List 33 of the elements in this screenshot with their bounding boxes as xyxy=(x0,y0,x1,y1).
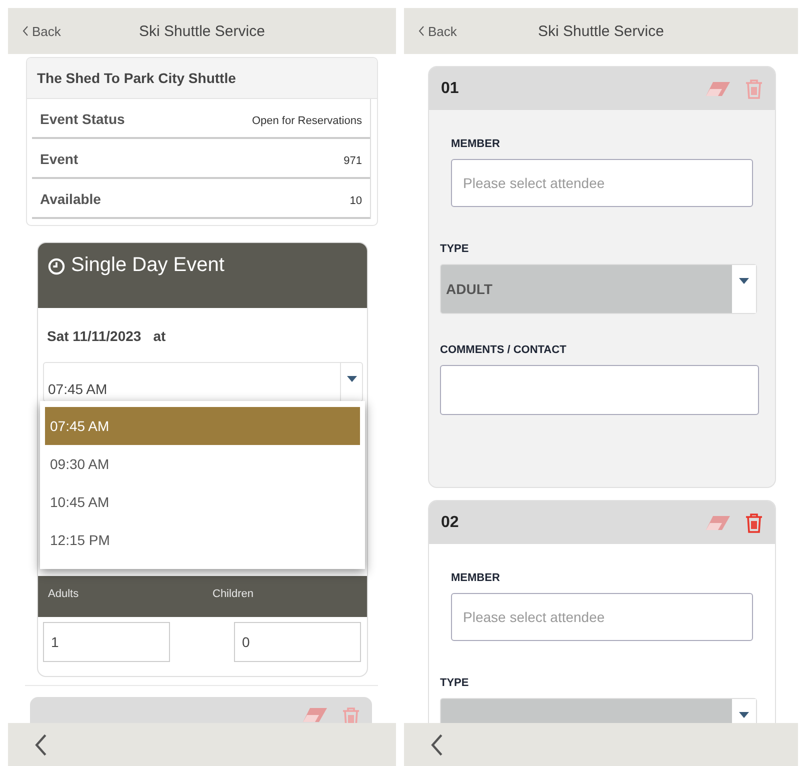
field-label: TYPE xyxy=(440,243,470,255)
quantity-label: Children xyxy=(212,588,254,602)
screen-title: Ski Shuttle Service xyxy=(538,22,664,40)
field-label: TYPE xyxy=(440,677,470,689)
time-option[interactable]: 12:15 PM xyxy=(45,521,360,559)
back-button[interactable]: Back xyxy=(418,24,457,38)
attendee-number: 02 xyxy=(441,514,459,532)
member-field[interactable]: Please select attendee xyxy=(451,593,753,641)
info-value: 971 xyxy=(344,155,362,167)
member-field[interactable]: Please select attendee xyxy=(451,159,753,207)
event-date: Sat 11/11/2023 xyxy=(47,328,142,344)
schedule-title: Single Day Event xyxy=(71,254,224,277)
back-button[interactable]: Back xyxy=(22,24,61,38)
screen-title: Ski Shuttle Service xyxy=(139,22,265,40)
info-value: 10 xyxy=(350,195,362,207)
time-select[interactable]: 07:45 AM xyxy=(43,362,363,402)
type-select[interactable]: ADULT xyxy=(440,264,757,314)
info-label: Event xyxy=(40,151,78,167)
time-option[interactable]: 10:45 AM xyxy=(45,483,360,521)
field-label: COMMENTS / CONTACT xyxy=(440,344,568,356)
time-option[interactable]: 09:30 AM xyxy=(45,445,360,483)
info-value: Open for Reservations xyxy=(252,115,362,127)
quantity-input[interactable]: 1 xyxy=(43,622,170,662)
quantity-input[interactable]: 0 xyxy=(234,622,361,662)
field-label: MEMBER xyxy=(451,572,501,584)
field-label: MEMBER xyxy=(451,138,501,150)
time-option[interactable]: 07:45 AM xyxy=(45,407,360,445)
event-name: The Shed To Park City Shuttle xyxy=(37,70,236,86)
quantity-label: Adults xyxy=(48,588,80,602)
attendee-number: 01 xyxy=(441,80,459,98)
info-label: Event Status xyxy=(40,111,125,127)
info-label: Available xyxy=(40,191,101,207)
at-label: at xyxy=(153,328,166,344)
